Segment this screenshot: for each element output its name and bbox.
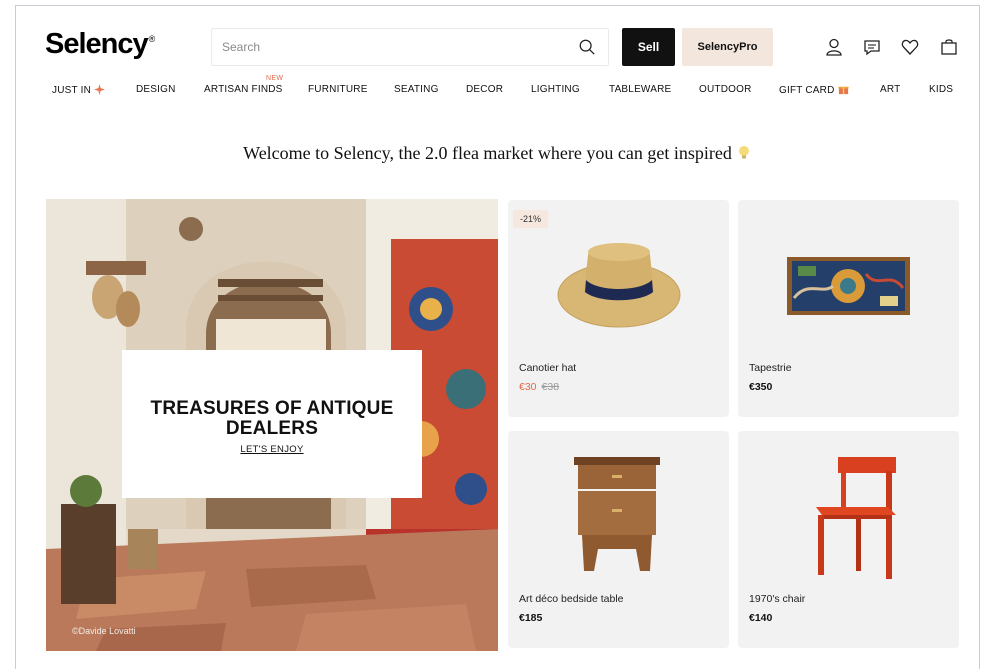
product-card-tapestrie[interactable]: Tapestrie €350 <box>738 200 959 417</box>
search-icon[interactable] <box>578 38 596 56</box>
selency-logo[interactable]: Selency® <box>45 28 156 61</box>
selency-pro-button[interactable]: SelencyPro <box>682 28 773 66</box>
search-bar <box>211 28 609 66</box>
user-icon[interactable] <box>824 37 844 57</box>
product-card-canotier-hat[interactable]: -21% Canotier hat €30 €38 <box>508 200 729 417</box>
product-name: Canotier hat <box>519 362 577 374</box>
welcome-banner: Welcome to Selency, the 2.0 flea market … <box>0 143 993 164</box>
tapestrie-image <box>787 257 910 315</box>
hero-card: TREASURES OF ANTIQUE DEALERS LET'S ENJOY <box>122 350 422 498</box>
product-name: Tapestrie <box>749 362 792 374</box>
product-name: Art déco bedside table <box>519 593 624 605</box>
product-price: €140 <box>749 612 773 624</box>
chair-image <box>816 457 896 579</box>
nav-item-gift-card[interactable]: GIFT CARD <box>779 84 849 96</box>
photo-credit: ©Davide Lovatti <box>72 626 136 636</box>
product-price: €30 €38 <box>519 381 559 393</box>
nav-item-outdoor[interactable]: OUTDOOR <box>699 84 752 95</box>
product-card-1970s-chair[interactable]: 1970's chair €140 <box>738 431 959 648</box>
category-nav: JUST IN DESIGN NEW ARTISAN FINDS FURNITUR… <box>52 75 957 98</box>
nav-item-furniture[interactable]: FURNITURE <box>308 84 368 95</box>
logo-text: Selency <box>45 28 149 60</box>
gift-icon <box>837 86 849 95</box>
nav-item-kids[interactable]: KIDS <box>929 84 953 95</box>
original-price: €38 <box>541 381 560 393</box>
nav-item-just-in[interactable]: JUST IN <box>52 84 105 96</box>
sale-price: €30 <box>519 381 537 393</box>
product-price: €185 <box>519 612 543 624</box>
nav-item-seating[interactable]: SEATING <box>394 84 439 95</box>
new-tag: NEW <box>266 75 284 82</box>
lightbulb-icon <box>738 146 749 159</box>
discount-badge: -21% <box>513 210 548 228</box>
nav-item-lighting[interactable]: LIGHTING <box>531 84 580 95</box>
nav-item-tableware[interactable]: TABLEWARE <box>609 84 671 95</box>
product-card-art-deco-bedside-table[interactable]: Art déco bedside table €185 <box>508 431 729 648</box>
lets-enjoy-link[interactable]: LET'S ENJOY <box>240 444 303 455</box>
heart-icon[interactable] <box>900 37 920 57</box>
bedside-table-image <box>574 457 660 571</box>
product-price: €350 <box>749 381 773 393</box>
nav-item-artisan-finds[interactable]: NEW ARTISAN FINDS <box>204 75 283 95</box>
nav-item-decor[interactable]: DECOR <box>466 84 503 95</box>
hero-title: TREASURES OF ANTIQUE DEALERS <box>150 398 394 439</box>
nav-item-art[interactable]: ART <box>880 84 900 95</box>
registered-mark: ® <box>148 34 156 45</box>
hero-banner[interactable]: TREASURES OF ANTIQUE DEALERS LET'S ENJOY … <box>46 199 498 651</box>
search-input[interactable] <box>222 29 562 65</box>
bag-icon[interactable] <box>939 37 959 57</box>
welcome-text: Welcome to Selency, the 2.0 flea market … <box>243 143 732 163</box>
sparkle-icon <box>94 84 105 95</box>
nav-item-design[interactable]: DESIGN <box>136 84 176 95</box>
sell-button[interactable]: Sell <box>622 28 675 66</box>
product-name: 1970's chair <box>749 593 806 605</box>
messages-icon[interactable] <box>862 37 882 57</box>
